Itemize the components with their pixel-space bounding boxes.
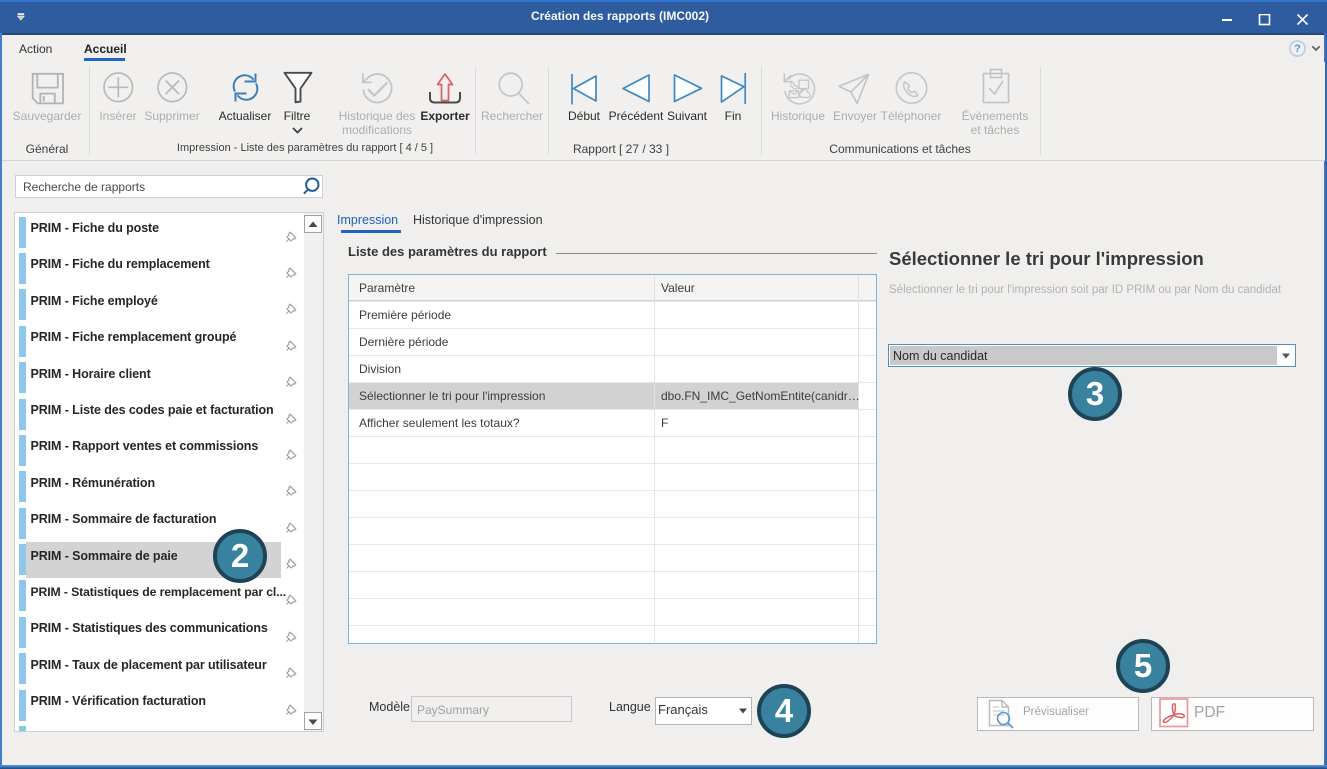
svg-text:?: ?	[1294, 43, 1301, 55]
